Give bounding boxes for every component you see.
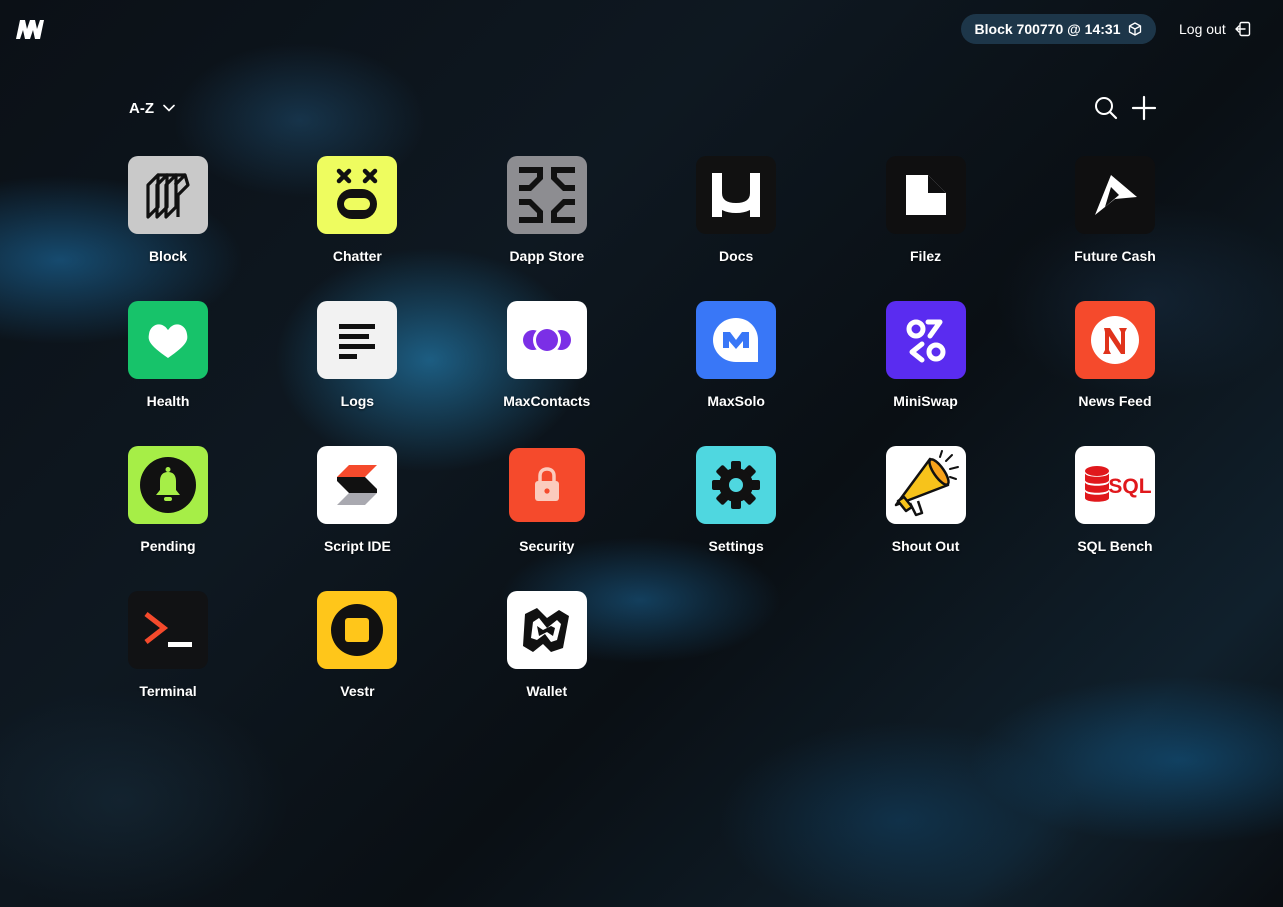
app-label: Docs [719, 248, 754, 264]
app-label: Terminal [139, 683, 197, 699]
app-logs[interactable]: Logs [307, 301, 407, 409]
future-cash-icon [1074, 156, 1155, 234]
chevron-down-icon [163, 104, 175, 112]
plus-icon [1131, 95, 1157, 121]
app-label: Chatter [332, 248, 382, 264]
app-label: Future Cash [1074, 248, 1156, 264]
app-label: Dapp Store [509, 248, 585, 264]
app-label: Security [519, 538, 575, 554]
app-label: MaxContacts [503, 393, 591, 409]
terminal-icon [128, 591, 208, 669]
app-block[interactable]: Block [118, 156, 218, 264]
shout-out-icon [885, 446, 966, 524]
sql-bench-icon: SQL [1074, 446, 1155, 524]
sql-text: SQL [1108, 475, 1151, 498]
maxsolo-icon [696, 301, 777, 379]
logout-label: Log out [1179, 21, 1226, 37]
dapp-store-icon [506, 156, 587, 234]
search-button[interactable] [1093, 95, 1119, 121]
app-settings[interactable]: Settings [686, 446, 786, 554]
filez-icon [885, 156, 966, 234]
app-news-feed[interactable]: News Feed [1065, 301, 1165, 409]
settings-icon [696, 446, 777, 524]
app-grid: Block Chatter Dapp Store Docs Filez Futu… [118, 156, 1165, 699]
app-maxsolo[interactable]: MaxSolo [686, 301, 786, 409]
app-label: Block [148, 248, 188, 264]
logout-icon [1235, 21, 1250, 37]
app-label: Logs [340, 393, 375, 409]
app-filez[interactable]: Filez [876, 156, 976, 264]
app-label: Script IDE [323, 538, 391, 554]
app-label: Shout Out [891, 538, 960, 554]
app-dapp-store[interactable]: Dapp Store [497, 156, 597, 264]
logout-button[interactable]: Log out [1179, 14, 1251, 44]
app-label: Pending [140, 538, 196, 554]
block-icon [128, 156, 208, 234]
app-label: News Feed [1078, 393, 1152, 409]
app-label: Wallet [526, 683, 568, 699]
app-label: Health [146, 393, 190, 409]
search-icon [1095, 97, 1118, 120]
app-shout-out[interactable]: Shout Out [876, 446, 976, 554]
app-label: Filez [910, 248, 942, 264]
app-health[interactable]: Health [118, 301, 218, 409]
app-label: Vestr [340, 683, 375, 699]
app-label: MiniSwap [893, 393, 958, 409]
sort-dropdown[interactable]: A-Z [129, 94, 175, 122]
app-label: MaxSolo [707, 393, 765, 409]
logs-icon [317, 301, 398, 379]
sort-label: A-Z [129, 99, 154, 117]
app-script-ide[interactable]: Script IDE [307, 446, 407, 554]
app-docs[interactable]: Docs [686, 156, 786, 264]
app-future-cash[interactable]: Future Cash [1065, 156, 1165, 264]
app-maxcontacts[interactable]: MaxContacts [497, 301, 597, 409]
maxcontacts-icon [506, 301, 587, 379]
docs-icon [696, 156, 777, 234]
pending-icon [128, 446, 208, 524]
script-ide-icon [317, 446, 398, 524]
miniswap-icon [885, 301, 966, 379]
block-status-badge[interactable]: Block 700770 @ 14:31 [961, 14, 1156, 44]
add-app-button[interactable] [1131, 95, 1157, 121]
vestr-icon [317, 591, 398, 669]
news-feed-icon [1074, 301, 1155, 379]
app-label: SQL Bench [1077, 538, 1153, 554]
wallet-icon [506, 591, 587, 669]
app-terminal[interactable]: Terminal [118, 591, 218, 699]
app-wallet[interactable]: Wallet [497, 591, 597, 699]
app-sql-bench[interactable]: SQL SQL Bench [1065, 446, 1165, 554]
app-chatter[interactable]: Chatter [307, 156, 407, 264]
block-status-text: Block 700770 @ 14:31 [974, 21, 1121, 37]
health-icon [128, 301, 208, 379]
app-pending[interactable]: Pending [118, 446, 218, 554]
app-miniswap[interactable]: MiniSwap [876, 301, 976, 409]
app-label: Settings [708, 538, 764, 554]
cube-icon [1129, 22, 1142, 36]
minima-logo-icon[interactable] [14, 14, 46, 44]
security-icon [508, 448, 585, 522]
app-security[interactable]: Security [497, 446, 597, 554]
app-vestr[interactable]: Vestr [307, 591, 407, 699]
chatter-icon [317, 156, 398, 234]
